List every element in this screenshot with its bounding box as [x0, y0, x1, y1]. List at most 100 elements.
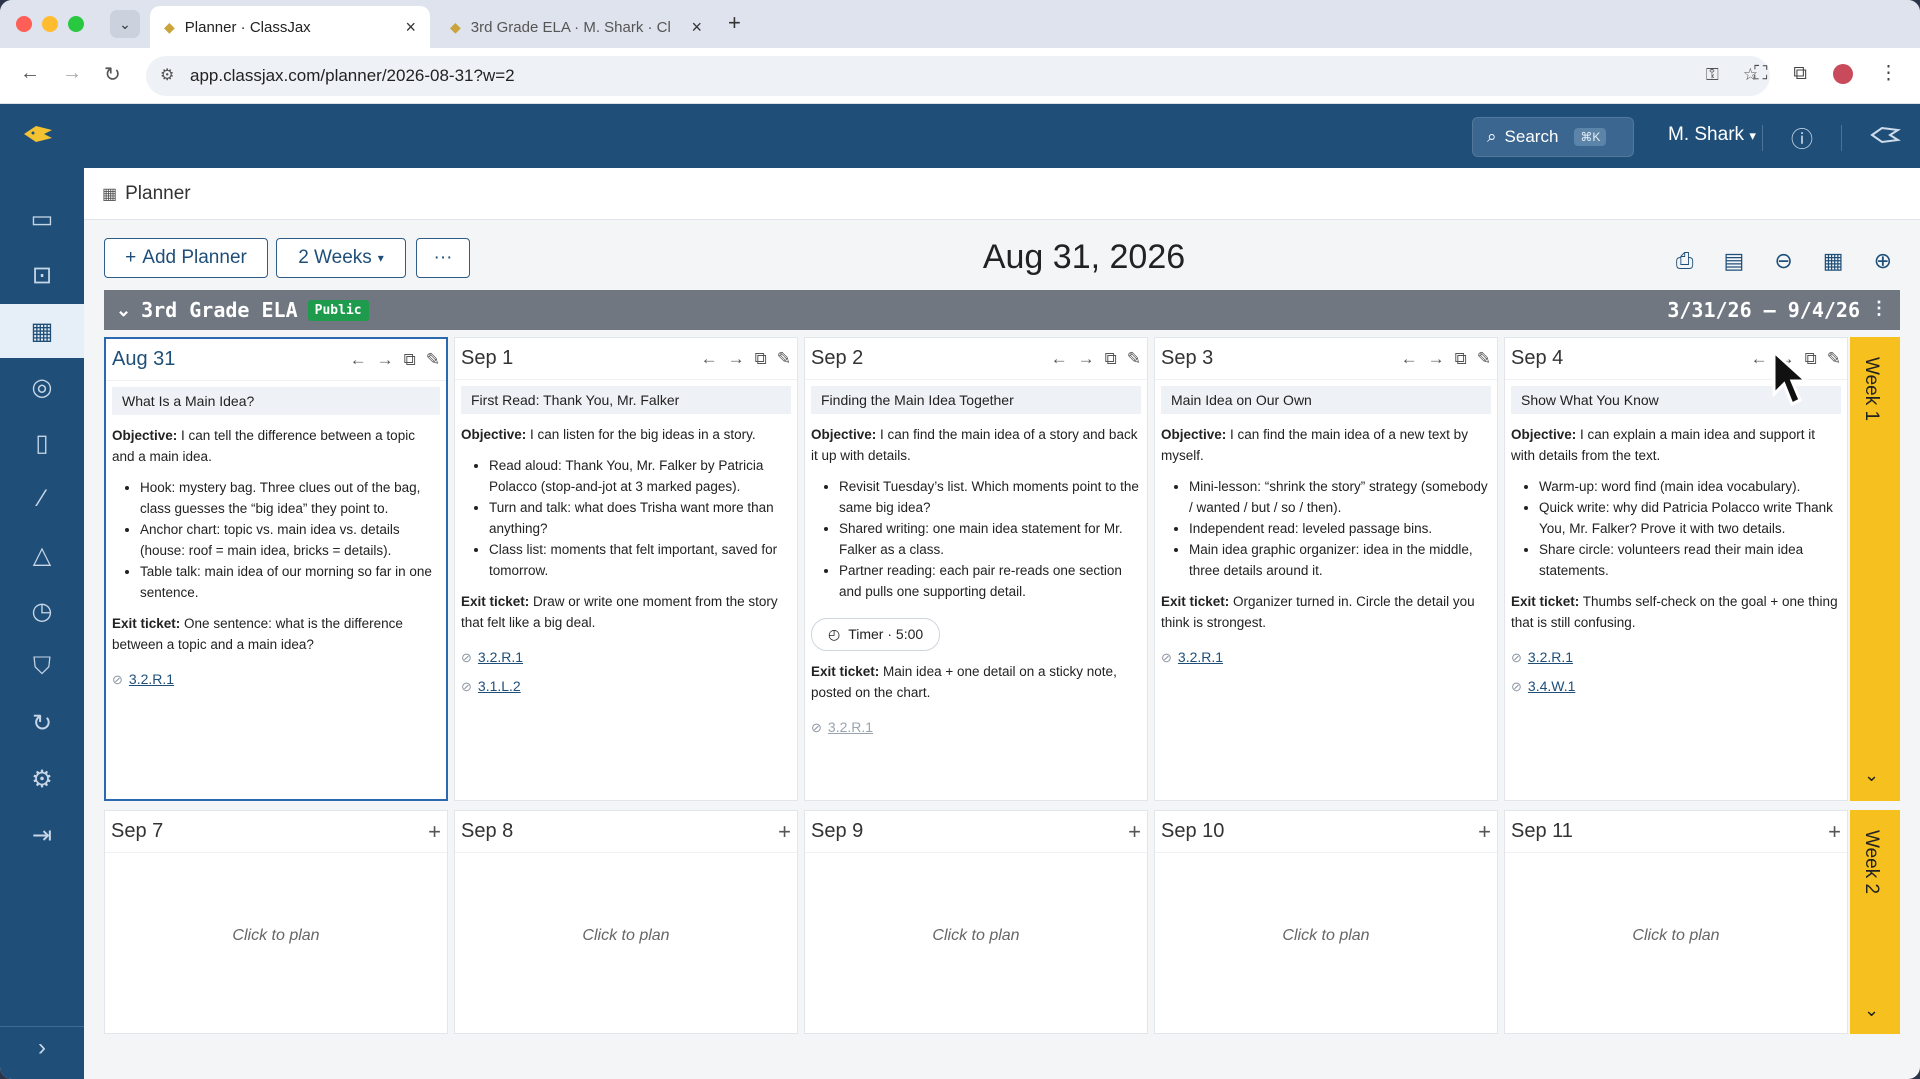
more-options-button[interactable]: ···	[416, 238, 470, 278]
sidebar-item-presenter[interactable]: ⊡	[0, 248, 84, 302]
tab-close-icon[interactable]: ×	[405, 17, 416, 38]
maximize-window-button[interactable]	[68, 16, 84, 32]
standard-tag[interactable]: ⊘ 3.2.R.1	[811, 717, 1141, 738]
sidebar-item-planner[interactable]: ▦	[0, 304, 84, 358]
standard-code-link[interactable]: 3.2.R.1	[478, 647, 523, 668]
standard-code-link[interactable]: 3.1.L.2	[478, 676, 521, 697]
move-left-arrow-icon[interactable]: ←	[1751, 349, 1768, 369]
sidebar-item-documents[interactable]: ▯	[0, 416, 84, 470]
standard-tag[interactable]: ⊘ 3.2.R.1	[1161, 647, 1491, 668]
day-card[interactable]: Sep 7 + Click to plan	[104, 810, 448, 1034]
planner-menu-icon[interactable]: ⋮	[1870, 298, 1888, 319]
copy-icon[interactable]: ⧉	[404, 350, 416, 370]
copy-icon[interactable]: ⧉	[1455, 349, 1467, 369]
screenshot-icon[interactable]: ⛶	[1754, 63, 1767, 85]
day-card[interactable]: Sep 11 + Click to plan	[1504, 810, 1848, 1034]
reload-icon[interactable]: ↻	[104, 62, 121, 87]
circle-arrow-right-icon[interactable]: ⊕	[1874, 248, 1892, 274]
back-arrow-icon[interactable]: ←	[20, 62, 40, 85]
move-left-arrow-icon[interactable]: ←	[1401, 349, 1418, 369]
collapse-chevron-icon[interactable]: ⌄	[116, 300, 131, 321]
profile-avatar[interactable]	[1833, 63, 1853, 84]
add-lesson-plus-icon[interactable]: +	[1128, 819, 1141, 845]
day-card[interactable]: Sep 10 + Click to plan	[1154, 810, 1498, 1034]
standard-code-link[interactable]: 3.2.R.1	[1178, 647, 1223, 668]
standard-code-link[interactable]: 3.2.R.1	[129, 669, 174, 690]
help-icon[interactable]: ⓘ	[1791, 122, 1813, 154]
week-2-tab[interactable]: Week 2 ⌄	[1850, 810, 1900, 1034]
site-settings-icon[interactable]: ⚙	[160, 65, 174, 85]
standard-tag[interactable]: ⊘ 3.4.W.1	[1511, 676, 1841, 697]
sidebar-item-classroom[interactable]: ▭	[0, 192, 84, 246]
click-to-plan-placeholder[interactable]: Click to plan	[1505, 927, 1847, 945]
password-key-icon[interactable]: ⚿	[1706, 65, 1719, 85]
url-field[interactable]: ⚙ app.classjax.com/planner/2026-08-31?w=…	[146, 56, 1770, 96]
standard-tag[interactable]: ⊘ 3.2.R.1	[1511, 647, 1841, 668]
move-left-arrow-icon[interactable]: ←	[1051, 349, 1068, 369]
classjax-logo-icon[interactable]	[22, 122, 56, 153]
browser-tab-ela[interactable]: ◆ 3rd Grade ELA · M. Shark · Cl ×	[436, 6, 716, 48]
print-icon[interactable]: ⎙	[1676, 248, 1694, 274]
copy-icon[interactable]: ⧉	[755, 349, 767, 369]
edit-pencil-icon[interactable]: ✎	[426, 350, 440, 370]
standard-tag[interactable]: ⊘ 3.2.R.1	[112, 669, 440, 690]
move-right-arrow-icon[interactable]: →	[377, 350, 394, 370]
extensions-puzzle-icon[interactable]: ⧉	[1793, 63, 1807, 85]
day-card[interactable]: Sep 8 + Click to plan	[454, 810, 798, 1034]
planner-header[interactable]: ⌄ 3rd Grade ELA Public 3/31/26 – 9/4/26 …	[104, 290, 1900, 330]
lesson-title[interactable]: First Read: Thank You, Mr. Falker	[461, 386, 791, 414]
add-lesson-plus-icon[interactable]: +	[1828, 819, 1841, 845]
sidebar-item-shapes[interactable]: △	[0, 528, 84, 582]
add-lesson-plus-icon[interactable]: +	[778, 819, 791, 845]
week-1-tab[interactable]: Week 1 ⌄	[1850, 337, 1900, 801]
sidebar-expand-chevron-icon[interactable]: ›	[0, 1034, 84, 1074]
edit-pencil-icon[interactable]: ✎	[1127, 349, 1141, 369]
click-to-plan-placeholder[interactable]: Click to plan	[1155, 927, 1497, 945]
sidebar-item-settings[interactable]: ⚙	[0, 752, 84, 806]
range-select[interactable]: 2 Weeks ▾	[276, 238, 406, 278]
lesson-title[interactable]: What Is a Main Idea?	[112, 387, 440, 415]
new-tab-plus-icon[interactable]: +	[728, 10, 741, 36]
chevron-down-icon[interactable]: ⌄	[1864, 765, 1879, 786]
chevron-down-icon[interactable]: ⌄	[1864, 1000, 1879, 1021]
standard-code-link[interactable]: 3.2.R.1	[1528, 647, 1573, 668]
edit-pencil-icon[interactable]: ✎	[1477, 349, 1491, 369]
user-menu-button[interactable]: M. Shark ▾	[1668, 124, 1756, 146]
lesson-title[interactable]: Main Idea on Our Own	[1161, 386, 1491, 414]
click-to-plan-placeholder[interactable]: Click to plan	[805, 927, 1147, 945]
move-left-arrow-icon[interactable]: ←	[350, 350, 367, 370]
day-card[interactable]: Sep 1 ← → ⧉ ✎ First Read: Thank You, Mr. Falk…	[454, 337, 798, 801]
day-card[interactable]: Sep 2 ← → ⧉ ✎ Finding the Main Idea Together O…	[804, 337, 1148, 801]
tab-list-chevron-icon[interactable]: ⌄	[110, 10, 140, 38]
timer-chip[interactable]: ◴ Timer · 5:00	[811, 618, 941, 651]
add-planner-button[interactable]: + Add Planner	[104, 238, 268, 278]
click-to-plan-placeholder[interactable]: Click to plan	[105, 927, 447, 945]
copy-icon[interactable]: ⧉	[1105, 349, 1117, 369]
sidebar-item-security[interactable]: ⛉	[0, 640, 84, 694]
sidebar-item-timer[interactable]: ◷	[0, 584, 84, 638]
day-card[interactable]: Sep 3 ← → ⧉ ✎ Main Idea on Our Own Objective: …	[1154, 337, 1498, 801]
minimize-window-button[interactable]	[42, 16, 58, 32]
archive-icon[interactable]: ▤	[1724, 248, 1745, 274]
search-button[interactable]: ⌕ Search ⌘K	[1472, 117, 1634, 157]
move-left-arrow-icon[interactable]: ←	[701, 349, 718, 369]
sidebar-item-sync[interactable]: ↻	[0, 696, 84, 750]
add-lesson-plus-icon[interactable]: +	[1478, 819, 1491, 845]
edit-pencil-icon[interactable]: ✎	[1827, 349, 1841, 369]
day-card[interactable]: Sep 9 + Click to plan	[804, 810, 1148, 1034]
browser-tab-planner[interactable]: ◆ Planner · ClassJax ×	[150, 6, 430, 48]
sidebar-item-share[interactable]: ⇥	[0, 808, 84, 862]
day-card[interactable]: Aug 31 ← → ⧉ ✎ What Is a Main Idea? Objective:…	[104, 337, 448, 801]
lesson-title[interactable]: Finding the Main Idea Together	[811, 386, 1141, 414]
tab-close-icon[interactable]: ×	[691, 17, 702, 38]
browser-menu-icon[interactable]: ⋮	[1879, 62, 1898, 85]
sidebar-item-explore[interactable]: ◎	[0, 360, 84, 414]
add-lesson-plus-icon[interactable]: +	[428, 819, 441, 845]
move-right-arrow-icon[interactable]: →	[728, 349, 745, 369]
standard-code-link[interactable]: 3.2.R.1	[828, 717, 873, 738]
calendar-icon[interactable]: ▦	[1823, 248, 1844, 274]
shark-mascot-icon[interactable]	[1870, 124, 1904, 152]
sidebar-item-magic[interactable]: ⁄	[0, 472, 84, 526]
standard-tag[interactable]: ⊘ 3.2.R.1	[461, 647, 791, 668]
click-to-plan-placeholder[interactable]: Click to plan	[455, 927, 797, 945]
